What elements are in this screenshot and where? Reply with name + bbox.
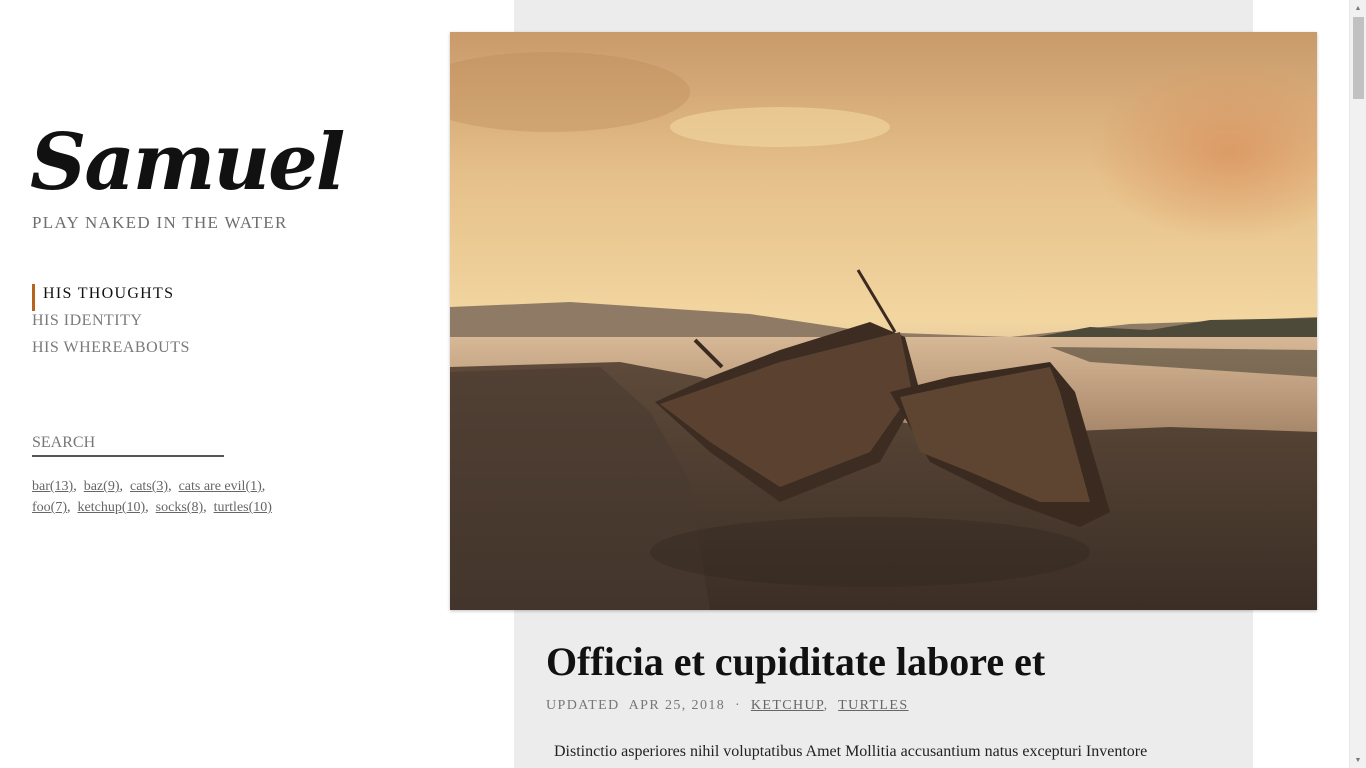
updated-label: Updated xyxy=(546,698,620,713)
post-meta: Updated Apr 25, 2018 · ketchup, turtles xyxy=(546,698,909,713)
vertical-scrollbar[interactable]: ▲ ▼ xyxy=(1349,0,1366,768)
tag-link-baz[interactable]: baz(9) xyxy=(84,479,120,494)
post-date: Apr 25, 2018 xyxy=(628,698,726,713)
tag-link-cats-are-evil[interactable]: cats are evil(1) xyxy=(179,479,262,494)
tag-link-bar[interactable]: bar(13) xyxy=(32,479,73,494)
post-tag-ketchup[interactable]: ketchup xyxy=(751,698,824,713)
nav-item-his-identity[interactable]: His Identity xyxy=(32,311,190,338)
nav-item-his-whereabouts[interactable]: His Whereabouts xyxy=(32,338,190,365)
search-input[interactable]: Search xyxy=(32,434,224,457)
tag-link-cats[interactable]: cats(3) xyxy=(130,479,168,494)
tag-link-ketchup[interactable]: ketchup(10) xyxy=(78,500,146,515)
tag-link-turtles[interactable]: turtles(10) xyxy=(214,500,272,515)
main-nav: His Thoughts His Identity His Whereabout… xyxy=(32,284,190,365)
post-excerpt: Distinctio asperiores nihil voluptatibus… xyxy=(554,743,1148,760)
site-tagline: Play naked in the water xyxy=(32,213,288,232)
meta-separator: · xyxy=(734,698,742,713)
tag-link-foo[interactable]: foo(7) xyxy=(32,500,67,515)
site-title[interactable]: Samuel xyxy=(30,124,345,202)
post-title[interactable]: Officia et cupiditate labore et xyxy=(546,638,1045,685)
tag-cloud: bar(13), baz(9), cats(3), cats are evil(… xyxy=(32,479,272,515)
scroll-up-arrow-icon[interactable]: ▲ xyxy=(1350,0,1366,16)
post-tag-turtles[interactable]: turtles xyxy=(838,698,908,713)
scrollbar-thumb[interactable] xyxy=(1353,17,1364,99)
nav-item-his-thoughts[interactable]: His Thoughts xyxy=(32,284,190,311)
tag-link-socks[interactable]: socks(8) xyxy=(156,500,203,515)
scroll-down-arrow-icon[interactable]: ▼ xyxy=(1350,752,1366,768)
sidebar: Samuel Play naked in the water His Thoug… xyxy=(0,0,440,768)
hero-image[interactable] xyxy=(450,32,1317,610)
